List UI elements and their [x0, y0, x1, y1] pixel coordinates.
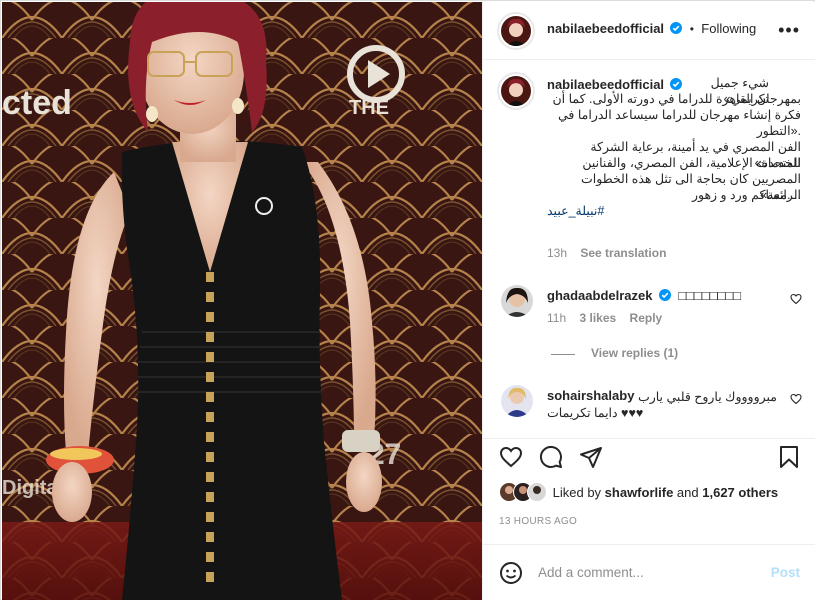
- comment-body: ghadaabdelrazek □□□□□□□□: [547, 288, 741, 303]
- caption-time[interactable]: 13h: [547, 246, 567, 260]
- share-icon[interactable]: [579, 445, 603, 469]
- comment-like-heart-icon[interactable]: [790, 293, 802, 305]
- comment-like-heart-icon[interactable]: [790, 393, 802, 405]
- caption-line-2: فكرة إنشاء مهرجان للدراما سيساعد الدراما…: [557, 108, 801, 122]
- action-bar: [483, 438, 815, 478]
- author-avatar[interactable]: [497, 12, 535, 50]
- author-username[interactable]: nabilaebeedofficial: [547, 21, 664, 36]
- more-options-icon[interactable]: •••: [778, 20, 800, 41]
- caption-line-1: بمهرجان القاهرة للدراما في دورته الأولى.…: [552, 92, 801, 106]
- comments-list: nabilaebeedofficial شيء جميل تكريمي» بمه…: [483, 60, 815, 438]
- caption-line-3: .«التطور: [756, 124, 801, 138]
- add-comment-bar: Add a comment... Post: [483, 544, 815, 600]
- post-comment-button[interactable]: Post: [771, 565, 800, 580]
- caption-header: nabilaebeedofficial: [547, 77, 683, 92]
- caption-line-5: للخدمات الإعلامية، الفن المصري، والفناني…: [582, 156, 801, 170]
- liker-username[interactable]: shawforlife: [605, 485, 674, 500]
- photo-image: cted THE Digital 27: [2, 2, 482, 600]
- comment-avatar[interactable]: [501, 285, 533, 317]
- view-replies-line: [551, 354, 575, 355]
- following-button[interactable]: Following: [701, 21, 756, 36]
- caption-line-7: ....مساكم ورد و زهور: [691, 188, 801, 202]
- post-header: nabilaebeedofficial • Following •••: [483, 2, 815, 60]
- comment-likes-count[interactable]: 3 likes: [579, 311, 616, 325]
- caption-username[interactable]: nabilaebeedofficial: [547, 77, 664, 92]
- comment-text-line-2: ♥♥♥ دايما تكريمات: [547, 406, 644, 420]
- likes-connector: and: [676, 485, 699, 500]
- reply-button[interactable]: Reply: [630, 311, 663, 325]
- comment-avatar[interactable]: [501, 385, 533, 417]
- bookmark-icon[interactable]: [778, 445, 800, 469]
- comment-icon[interactable]: [539, 445, 563, 469]
- separator-dot: •: [689, 22, 694, 36]
- comment-username[interactable]: ghadaabdelrazek: [547, 288, 653, 303]
- comment-text: □□□□□□□□: [678, 288, 742, 303]
- backdrop-logo-left: cted: [2, 84, 72, 122]
- caption-meta: 13h See translation: [547, 246, 666, 260]
- comment-time[interactable]: 11h: [547, 311, 566, 325]
- view-replies-button[interactable]: View replies (1): [591, 346, 678, 360]
- post-dialog: cted THE Digital 27 nabilaebeedofficial …: [0, 0, 815, 600]
- post-timestamp[interactable]: 13 HOURS AGO: [499, 516, 577, 527]
- liker-avatars[interactable]: [499, 482, 549, 502]
- verified-badge-icon: [670, 22, 683, 34]
- caption-hashtag[interactable]: #نبيلة_عبيد: [547, 203, 604, 219]
- likes-others-count[interactable]: 1,627 others: [702, 485, 778, 500]
- comment-text-line-1: مبرووووك ياروح قلبي يارب: [637, 390, 777, 404]
- likes-summary: Liked by shawforlife and 1,627 others: [499, 482, 778, 502]
- heart-icon[interactable]: [499, 445, 523, 469]
- verified-badge-icon: [670, 78, 683, 90]
- add-comment-input[interactable]: Add a comment...: [538, 565, 644, 580]
- caption-avatar[interactable]: [497, 72, 535, 110]
- see-translation-button[interactable]: See translation: [580, 246, 666, 260]
- comment-body: sohairshalaby: [547, 388, 634, 403]
- liker-avatar: [527, 482, 547, 502]
- liked-by-label: Liked by: [552, 485, 602, 500]
- post-photo[interactable]: cted THE Digital 27: [2, 2, 482, 600]
- post-side-panel: nabilaebeedofficial • Following ••• nabi…: [482, 2, 815, 600]
- emoji-icon[interactable]: [499, 561, 523, 585]
- comment-username[interactable]: sohairshalaby: [547, 388, 634, 403]
- comment-meta: 11h 3 likes Reply: [547, 311, 662, 325]
- backdrop-logo-center: THE: [349, 97, 389, 119]
- verified-badge-icon: [658, 289, 671, 301]
